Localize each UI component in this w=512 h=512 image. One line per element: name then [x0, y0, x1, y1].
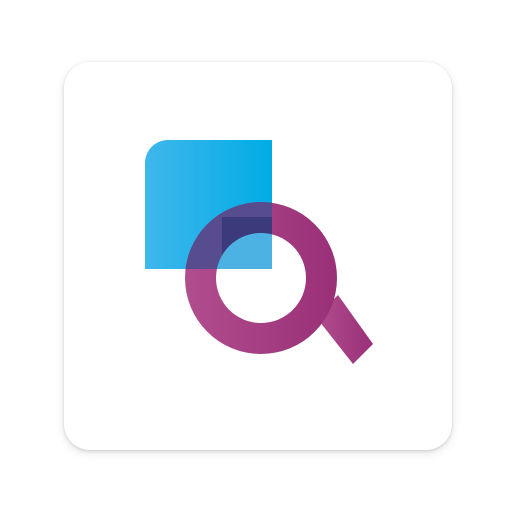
app-icon-canvas	[0, 0, 512, 512]
app-icon-tile[interactable]	[64, 62, 452, 450]
search-document-app-icon	[145, 140, 373, 364]
